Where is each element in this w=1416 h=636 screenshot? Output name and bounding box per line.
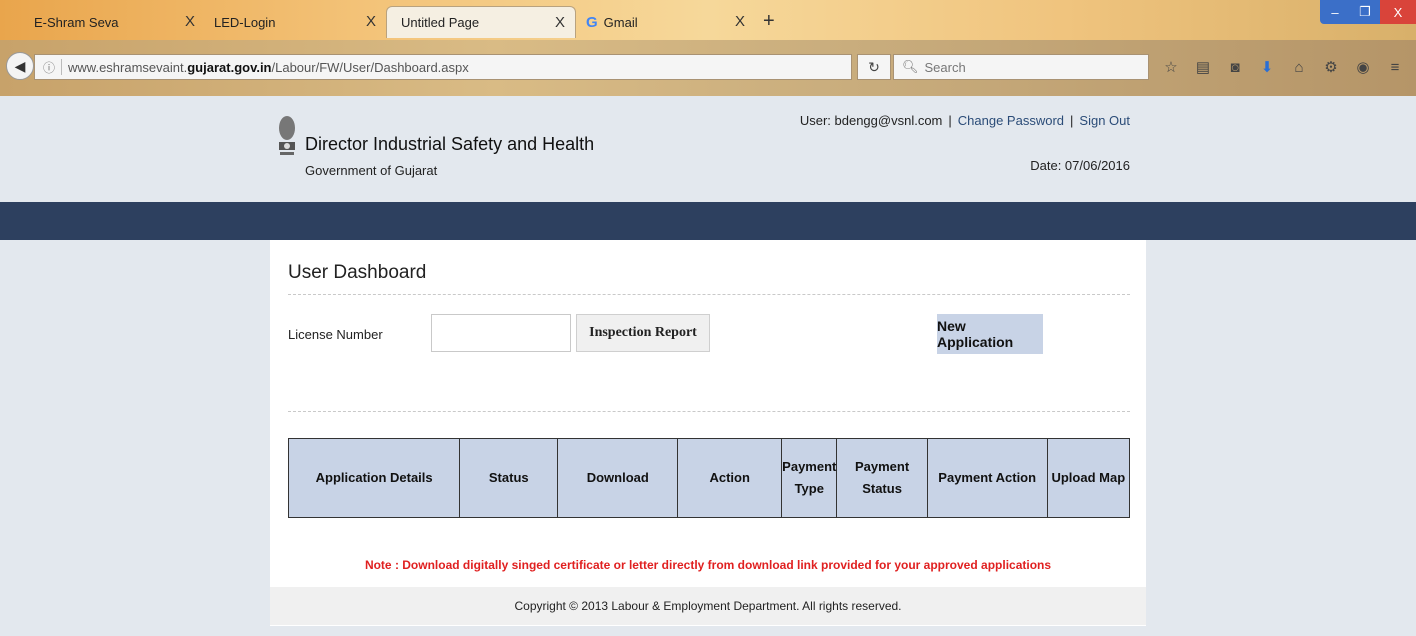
footer-copyright: Copyright © 2013 Labour & Employment Dep…: [270, 587, 1146, 625]
address-divider: [61, 59, 63, 75]
url-path: /Labour/FW/User/Dashboard.aspx: [271, 59, 469, 75]
user-info-bar: User: bdengg@vsnl.com | Change Password …: [800, 113, 1130, 128]
browser-navbar: ◀ ⓘ www.eshramsevaint. gujarat.gov.in/Lab…: [0, 40, 1416, 96]
license-number-label: License Number: [288, 327, 383, 342]
info-icon[interactable]: ⓘ: [43, 59, 55, 76]
column-header-action: Action: [677, 438, 783, 518]
download-arrow-icon[interactable]: ⬇: [1256, 56, 1278, 78]
close-window-button[interactable]: X: [1380, 0, 1416, 24]
tab-close-icon[interactable]: X: [366, 13, 376, 30]
site-nav-bar: [0, 202, 1416, 240]
reload-icon[interactable]: ↻: [857, 54, 891, 80]
tab-close-icon[interactable]: X: [555, 14, 565, 31]
home-icon[interactable]: ⌂: [1288, 56, 1310, 78]
tab-close-icon[interactable]: X: [735, 13, 745, 30]
page-title: User Dashboard: [288, 262, 427, 283]
column-header-payment-action: Payment Action: [926, 438, 1048, 518]
change-password-link[interactable]: Change Password: [958, 113, 1064, 128]
maximize-button[interactable]: ❐: [1350, 0, 1380, 24]
new-tab-button[interactable]: +: [763, 10, 775, 33]
tab-label: E-Shram Seva: [34, 14, 119, 30]
tab-close-icon[interactable]: X: [185, 13, 195, 30]
tab-eshram-seva[interactable]: E-Shram Seva X: [20, 6, 205, 38]
tab-label: LED-Login: [214, 14, 276, 30]
minimize-button[interactable]: –: [1320, 0, 1350, 24]
chrome-icon[interactable]: ◉: [1352, 56, 1374, 78]
new-application-button[interactable]: New Application: [937, 314, 1043, 354]
column-header-application-details: Application Details: [287, 438, 461, 518]
license-number-input[interactable]: [431, 314, 571, 352]
window-controls: – ❐ X: [1320, 0, 1416, 24]
national-emblem-icon: [279, 116, 295, 155]
sign-out-link[interactable]: Sign Out: [1079, 113, 1130, 128]
url-domain: gujarat.gov.in: [187, 59, 272, 75]
tab-label: Gmail: [603, 14, 638, 30]
dashboard-panel: User Dashboard License Number Inspection…: [270, 240, 1146, 626]
divider: [288, 294, 1130, 295]
toolbar-icons: ☆ ▤ ◙ ⬇ ⌂ ⚙ ◉ ≡: [1160, 56, 1406, 78]
user-label: User: bdengg@vsnl.com: [799, 113, 943, 128]
site-title: Director Industrial Safety and Health: [305, 134, 595, 154]
site-header: [0, 96, 1416, 202]
search-input[interactable]: 🔍︎ Search: [893, 54, 1149, 80]
column-header-payment-type: Payment Type: [781, 438, 838, 518]
url-prefix: www.eshramsevaint.: [68, 59, 188, 75]
download-note: Note : Download digitally singed certifi…: [364, 558, 1052, 572]
address-bar[interactable]: ⓘ www.eshramsevaint. gujarat.gov.in/Labou…: [34, 54, 852, 80]
clipboard-icon[interactable]: ▤: [1192, 56, 1214, 78]
inspection-report-button[interactable]: Inspection Report: [576, 314, 710, 352]
separator: |: [1070, 113, 1074, 128]
tab-gmail[interactable]: G Gmail X: [572, 6, 755, 38]
current-date: Date: 07/06/2016: [1030, 158, 1130, 173]
tab-label: Untitled Page: [401, 15, 480, 30]
column-header-download: Download: [557, 438, 679, 518]
search-icon: 🔍︎: [902, 59, 919, 74]
extension-icon[interactable]: ⚙: [1320, 56, 1342, 78]
column-header-status: Status: [459, 438, 559, 518]
bookmark-star-icon[interactable]: ☆: [1160, 56, 1182, 78]
separator: |: [948, 113, 952, 128]
table-header-row: Application Details Status Download Acti…: [287, 438, 1131, 518]
divider: [288, 411, 1130, 412]
site-subtitle: Government of Gujarat: [305, 163, 438, 178]
tab-untitled-page[interactable]: Untitled Page X: [386, 6, 576, 38]
back-arrow-icon[interactable]: ◀: [6, 52, 34, 80]
google-icon: G: [586, 13, 598, 31]
column-header-payment-status: Payment Status: [836, 438, 928, 518]
search-placeholder: Search: [924, 59, 966, 75]
tab-led-login[interactable]: LED-Login X: [200, 6, 386, 38]
pocket-icon[interactable]: ◙: [1224, 56, 1246, 78]
column-header-upload-map: Upload Map: [1046, 438, 1131, 518]
menu-icon[interactable]: ≡: [1384, 56, 1406, 78]
browser-titlebar: E-Shram Seva X LED-Login X Untitled Page…: [0, 0, 1416, 40]
applications-table: Application Details Status Download Acti…: [287, 438, 1131, 518]
